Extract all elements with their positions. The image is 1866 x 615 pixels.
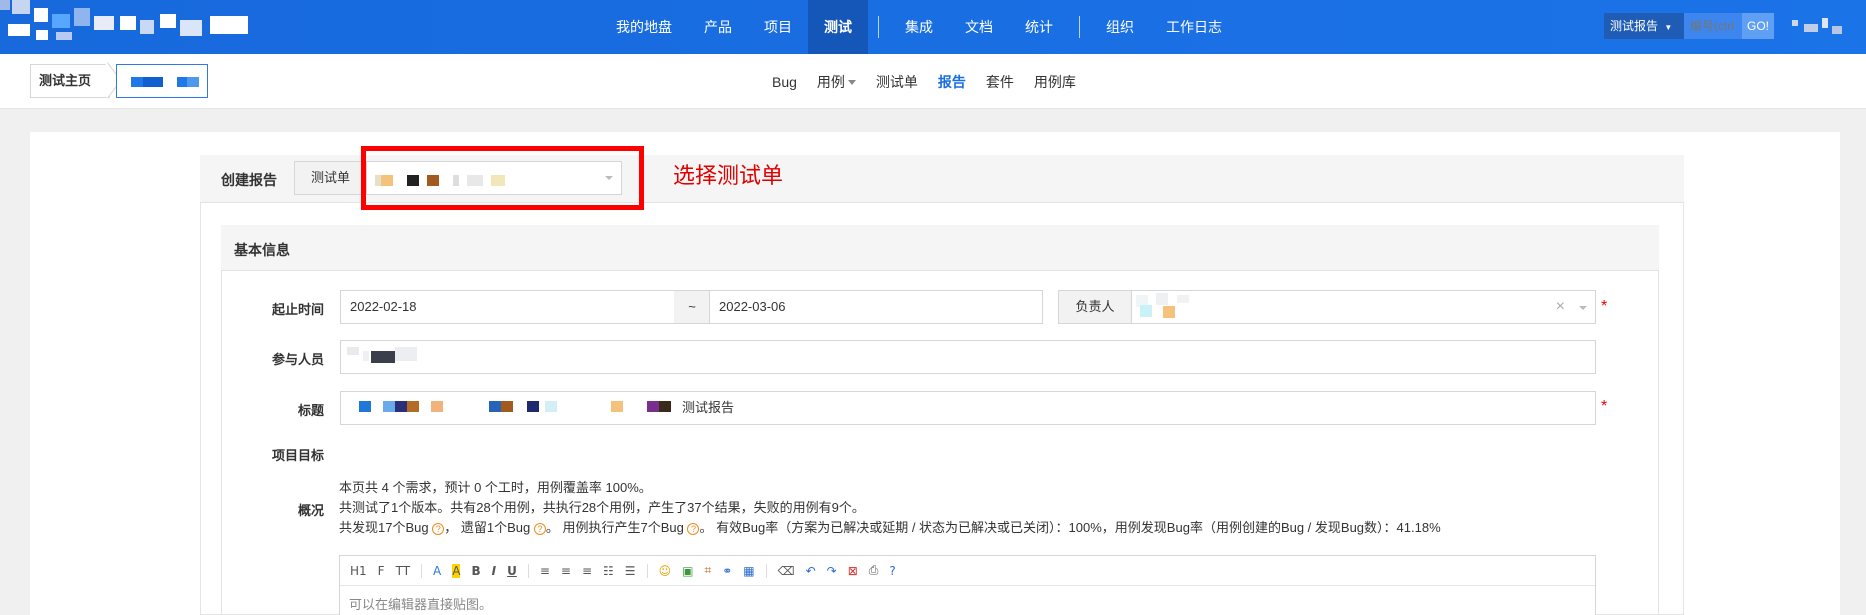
title-suffix: 测试报告	[682, 400, 735, 415]
align-right-icon[interactable]: ≡	[582, 564, 592, 578]
end-date-input[interactable]: 2022-03-06	[709, 290, 1043, 324]
subnav-suite[interactable]: 套件	[976, 72, 1024, 92]
template-icon[interactable]: ⎙	[869, 563, 879, 578]
toolbar-divider	[527, 563, 529, 578]
summary-line-1: 本页共 4 个需求，预计 0 个工时，用例覆盖率 100%。	[339, 480, 652, 495]
chevron-down-icon: ▼	[1664, 23, 1673, 32]
subnav-caselib[interactable]: 用例库	[1024, 72, 1086, 92]
font-family-button[interactable]: F	[378, 564, 385, 578]
heading-button[interactable]: H1	[350, 564, 367, 578]
subnav-case-label: 用例	[816, 73, 845, 90]
nav-doc[interactable]: 文档	[949, 0, 1009, 54]
goal-label: 项目目标	[271, 448, 324, 463]
summary-bug-rates: 有效Bug率（方案为已解决或延期 / 状态为已解决或已关闭）：100%，用例发现…	[716, 520, 1441, 535]
nav-stats[interactable]: 统计	[1009, 0, 1069, 54]
members-label: 参与人员	[271, 352, 324, 367]
nav-org[interactable]: 组织	[1090, 0, 1150, 54]
emoji-icon[interactable]: ☺	[659, 564, 672, 578]
font-color-button[interactable]: A	[433, 564, 441, 578]
nav-project[interactable]: 项目	[748, 0, 808, 54]
caret-down-icon	[847, 80, 856, 86]
breadcrumb-product-switcher[interactable]	[116, 64, 208, 98]
align-center-icon[interactable]: ≡	[561, 564, 571, 578]
basic-info-header	[221, 225, 1659, 271]
clear-format-icon[interactable]: ⌫	[778, 564, 795, 578]
breadcrumb-test-home[interactable]: 测试主页	[30, 64, 110, 98]
highlight-color-button[interactable]: A	[452, 563, 461, 578]
subnav-report[interactable]: 报告	[928, 72, 976, 92]
help-icon[interactable]: ?	[889, 564, 895, 578]
summary-line-2: 共测试了1个版本。共有28个用例，共执行28个用例，产生了37个结果，失败的用例…	[339, 500, 865, 515]
owner-addon: 负责人	[1058, 290, 1132, 324]
report-editor: H1 F TT A A B I U ≡ ≡ ≡ ☷ ☰ ☺ ▣ ⌗ ⚭ ▦ ⌫ …	[339, 555, 1596, 615]
summary-left-bugs: 遗留1个Bug	[460, 520, 531, 535]
highlight-box	[361, 146, 644, 210]
main-nav: 我的地盘 产品 项目 测试 集成 文档 统计 组织 工作日志	[600, 0, 1238, 54]
summary-line-3: 共发现17个Bug ?， 遗留1个Bug ?。 用例执行产生7个Bug ?。 有…	[339, 520, 1441, 535]
basic-info-title: 基本信息	[234, 242, 290, 258]
toolbar-divider	[646, 563, 648, 578]
ordered-list-icon[interactable]: ☷	[603, 564, 614, 578]
bold-button[interactable]: B	[471, 564, 480, 578]
toolbar-divider	[421, 563, 423, 578]
start-date-input[interactable]: 2022-02-18	[340, 290, 675, 324]
undo-icon[interactable]: ↶	[806, 564, 816, 578]
search-type-label: 测试报告	[1610, 19, 1659, 33]
font-size-button[interactable]: TT	[396, 564, 410, 578]
title-input[interactable]: 测试报告	[340, 391, 1596, 425]
sub-navbar: 测试主页 Bug 用例 测试单 报告 套件 用例库	[0, 54, 1866, 109]
owner-select[interactable]: ×	[1131, 290, 1596, 324]
link-icon[interactable]: ⚭	[722, 564, 732, 578]
nav-my[interactable]: 我的地盘	[600, 0, 688, 54]
table-icon[interactable]: ▦	[743, 564, 754, 578]
image-icon[interactable]: ▣	[682, 564, 693, 578]
help-icon[interactable]: ?	[533, 522, 546, 535]
unordered-list-icon[interactable]: ☰	[625, 564, 636, 578]
italic-button[interactable]: I	[492, 564, 496, 578]
nav-product[interactable]: 产品	[688, 0, 748, 54]
top-navbar: 我的地盘 产品 项目 测试 集成 文档 统计 组织 工作日志 测试报告 ▼ GO…	[0, 0, 1866, 54]
toolbar-divider	[765, 563, 767, 578]
search-type-select[interactable]: 测试报告 ▼	[1604, 13, 1684, 39]
subnav-case[interactable]: 用例	[807, 72, 866, 92]
members-select[interactable]	[340, 340, 1596, 374]
redo-icon[interactable]: ↷	[827, 564, 837, 578]
test-subnav: Bug 用例 测试单 报告 套件 用例库	[762, 54, 1086, 109]
nav-divider	[1079, 16, 1080, 38]
summary-found-bugs: 共发现17个Bug	[339, 520, 429, 535]
search-input[interactable]	[1684, 13, 1742, 39]
chevron-down-icon	[1579, 306, 1587, 310]
overview-label: 概况	[297, 503, 324, 518]
nav-test[interactable]: 测试	[808, 0, 868, 54]
date-range-separator: ~	[674, 290, 710, 324]
report-summary: 本页共 4 个需求，预计 0 个工时，用例覆盖率 100%。 共测试了1个版本。…	[339, 478, 1441, 538]
summary-case-bugs: 用例执行产生7个Bug	[562, 520, 684, 535]
fullscreen-icon[interactable]: ⊠	[848, 564, 858, 578]
code-icon[interactable]: ⌗	[704, 563, 711, 578]
search-go-button[interactable]: GO!	[1742, 13, 1774, 39]
nav-divider	[878, 16, 879, 38]
app-logo[interactable]	[0, 0, 270, 54]
subnav-bug[interactable]: Bug	[762, 74, 807, 90]
breadcrumb-home-label: 测试主页	[39, 73, 92, 88]
subnav-testtask[interactable]: 测试单	[866, 72, 928, 92]
date-label: 起止时间	[271, 302, 324, 317]
help-icon[interactable]: ?	[432, 522, 445, 535]
user-menu[interactable]	[1784, 18, 1854, 38]
annotation-text: 选择测试单	[673, 164, 784, 189]
required-mark: *	[1601, 298, 1608, 315]
underline-button[interactable]: U	[507, 564, 517, 578]
global-search: 测试报告 ▼ GO!	[1604, 13, 1774, 39]
testtask-addon: 测试单	[295, 162, 367, 194]
nav-ci[interactable]: 集成	[889, 0, 949, 54]
clear-icon[interactable]: ×	[1556, 298, 1565, 316]
editor-content[interactable]: 可以在编辑器直接贴图。	[340, 586, 1595, 615]
editor-toolbar: H1 F TT A A B I U ≡ ≡ ≡ ☷ ☰ ☺ ▣ ⌗ ⚭ ▦ ⌫ …	[340, 556, 1595, 586]
help-icon[interactable]: ?	[687, 522, 700, 535]
nav-worklog[interactable]: 工作日志	[1150, 0, 1238, 54]
create-report-label: 创建报告	[221, 172, 277, 188]
required-mark: *	[1601, 398, 1608, 415]
align-left-icon[interactable]: ≡	[540, 564, 550, 578]
title-label: 标题	[297, 403, 324, 418]
